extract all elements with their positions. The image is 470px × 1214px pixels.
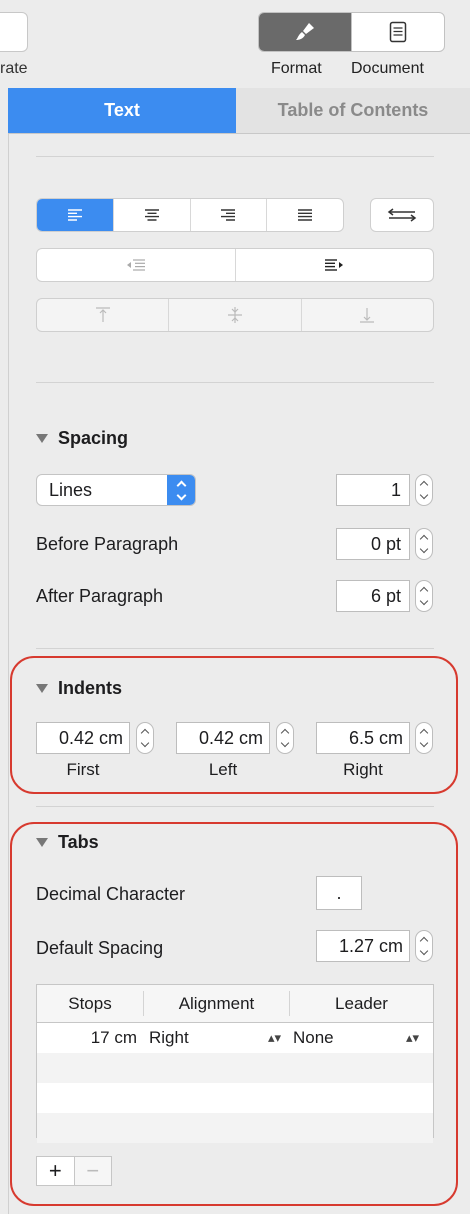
decrease-indent-button[interactable] xyxy=(37,249,235,281)
toolbar-button-partial[interactable] xyxy=(0,12,28,52)
alignment-popup[interactable]: Right ▴▾ xyxy=(137,1028,287,1048)
before-paragraph-field[interactable]: 0 pt xyxy=(336,528,410,560)
document-icon xyxy=(389,21,407,43)
align-left-button[interactable] xyxy=(37,199,113,231)
left-indent-field[interactable]: 0.42 cm xyxy=(176,722,270,754)
right-indent-stepper[interactable] xyxy=(415,722,433,754)
first-indent-stepper[interactable] xyxy=(136,722,154,754)
remove-tab-stop-button[interactable]: − xyxy=(73,1157,111,1185)
alignment-value: Right xyxy=(149,1028,189,1047)
vertical-alignment-control xyxy=(36,298,434,332)
align-right-button[interactable] xyxy=(189,199,267,231)
leader-popup[interactable]: None ▴▾ xyxy=(287,1028,433,1048)
align-middle-icon xyxy=(227,307,242,323)
table-row-empty xyxy=(37,1053,433,1083)
inspector-tabs: Text Table of Contents xyxy=(8,88,470,134)
before-paragraph-stepper[interactable] xyxy=(415,528,433,560)
line-spacing-field[interactable]: 1 xyxy=(336,474,410,506)
format-label: Format xyxy=(271,60,322,77)
table-row-empty xyxy=(37,1113,433,1143)
divider xyxy=(36,382,434,383)
default-spacing-field[interactable]: 1.27 cm xyxy=(316,930,410,962)
align-justify-icon xyxy=(298,209,313,221)
tabs-title: Tabs xyxy=(58,832,99,852)
align-bottom-button[interactable] xyxy=(300,299,433,331)
right-indent-label: Right xyxy=(343,760,383,779)
spacing-mode-popup[interactable]: Lines xyxy=(36,474,196,506)
left-indent-label: Left xyxy=(208,760,238,779)
text-direction-icon xyxy=(387,208,417,222)
align-left-icon xyxy=(67,209,82,221)
document-button[interactable] xyxy=(351,13,444,51)
paintbrush-icon xyxy=(296,23,314,40)
table-header: Stops Alignment Leader xyxy=(37,985,433,1023)
align-bottom-icon xyxy=(360,308,375,323)
toolbar-partial-label: rate xyxy=(0,60,28,77)
text-direction-button[interactable] xyxy=(370,198,434,232)
decimal-character-field[interactable]: . xyxy=(316,876,362,910)
indents-section-header[interactable]: Indents xyxy=(36,678,122,699)
first-indent-field[interactable]: 0.42 cm xyxy=(36,722,130,754)
tab-text[interactable]: Text xyxy=(8,88,236,133)
alignment-control xyxy=(36,198,344,232)
tab-table-of-contents[interactable]: Table of Contents xyxy=(236,88,470,133)
left-indent-stepper[interactable] xyxy=(276,722,294,754)
divider xyxy=(36,648,434,649)
tabs-section-header[interactable]: Tabs xyxy=(36,832,99,853)
add-tab-stop-button[interactable]: + xyxy=(37,1157,74,1185)
first-indent-label: First xyxy=(66,760,100,779)
tab-stops-table: Stops Alignment Leader 17 cm Right ▴▾ No… xyxy=(36,984,434,1143)
inspector-switcher xyxy=(258,12,445,52)
after-paragraph-field[interactable]: 6 pt xyxy=(336,580,410,612)
decrease-indent-icon xyxy=(126,259,145,271)
spacing-title: Spacing xyxy=(58,428,129,448)
indent-control xyxy=(36,248,434,282)
indents-title: Indents xyxy=(58,678,123,698)
default-spacing-label: Default Spacing xyxy=(36,938,164,958)
spacing-section-header[interactable]: Spacing xyxy=(36,428,128,449)
align-right-icon xyxy=(221,209,236,221)
column-alignment[interactable]: Alignment xyxy=(143,991,289,1016)
disclosure-triangle-icon xyxy=(36,434,48,443)
spacing-mode-value: Lines xyxy=(49,479,93,500)
divider xyxy=(36,156,434,157)
align-middle-button[interactable] xyxy=(168,299,300,331)
disclosure-triangle-icon xyxy=(36,684,48,693)
align-justify-button[interactable] xyxy=(266,199,343,231)
column-leader[interactable]: Leader xyxy=(289,991,433,1016)
before-paragraph-label: Before Paragraph xyxy=(36,534,179,554)
align-center-icon xyxy=(144,209,159,221)
align-top-icon xyxy=(95,307,110,322)
align-center-button[interactable] xyxy=(112,199,190,231)
increase-indent-button[interactable] xyxy=(234,249,434,281)
after-paragraph-stepper[interactable] xyxy=(415,580,433,612)
popup-chevron-icon xyxy=(167,475,195,505)
table-row-empty xyxy=(37,1083,433,1113)
add-remove-control: + − xyxy=(36,1156,112,1186)
decimal-character-label: Decimal Character xyxy=(36,884,186,904)
table-row[interactable]: 17 cm Right ▴▾ None ▴▾ xyxy=(37,1023,433,1053)
disclosure-triangle-icon xyxy=(36,838,48,847)
right-indent-field[interactable]: 6.5 cm xyxy=(316,722,410,754)
document-label: Document xyxy=(351,60,424,77)
toolbar: rate Format Document xyxy=(0,0,470,90)
column-stops[interactable]: Stops xyxy=(37,985,143,1022)
popup-chevron-icon: ▴▾ xyxy=(405,1030,419,1045)
stop-value[interactable]: 17 cm xyxy=(37,1028,137,1048)
increase-indent-icon xyxy=(325,259,344,271)
format-button[interactable] xyxy=(259,13,351,51)
leader-value: None xyxy=(293,1028,334,1047)
after-paragraph-label: After Paragraph xyxy=(36,586,164,606)
line-spacing-stepper[interactable] xyxy=(415,474,433,506)
align-top-button[interactable] xyxy=(37,299,168,331)
popup-chevron-icon: ▴▾ xyxy=(267,1030,281,1045)
divider xyxy=(36,806,434,807)
default-spacing-stepper[interactable] xyxy=(415,930,433,962)
